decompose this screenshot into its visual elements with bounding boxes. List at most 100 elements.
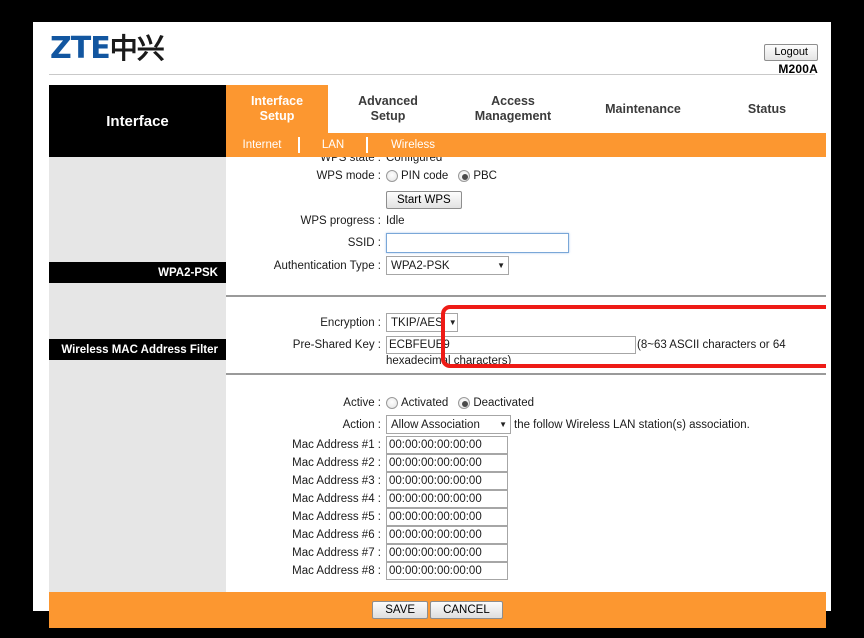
wps-state-value: Configured bbox=[386, 157, 443, 164]
start-wps-button[interactable]: Start WPS bbox=[386, 191, 462, 209]
mac-address-6-input[interactable] bbox=[386, 526, 508, 544]
row-auth-type: Authentication Type : WPA2-PSK ▼ bbox=[226, 256, 826, 275]
page-body: WPA2-PSK Wireless MAC Address Filter WPS… bbox=[49, 157, 826, 592]
page-header: ZTE中兴 Logout M200A bbox=[33, 22, 831, 76]
chevron-down-icon: ▼ bbox=[448, 318, 457, 327]
row-preshared-key: Pre-Shared Key : (8~63 ASCII characters … bbox=[226, 336, 826, 367]
section-title-interface: Interface bbox=[49, 85, 226, 157]
row-mac-address-5: Mac Address #5 : bbox=[226, 508, 826, 526]
save-button[interactable]: SAVE bbox=[372, 601, 429, 619]
row-mac-address-1: Mac Address #1 : bbox=[226, 436, 826, 454]
logout-area: Logout M200A bbox=[764, 42, 818, 76]
encryption-wrap: TKIP/AES ▼ bbox=[386, 313, 458, 332]
mac-address-6-wrap bbox=[386, 526, 508, 544]
separator-wpa2psk bbox=[226, 295, 826, 297]
radio-wps-pin-code[interactable] bbox=[386, 170, 398, 182]
tab-maintenance[interactable]: Maintenance bbox=[578, 85, 708, 133]
row-encryption: Encryption : TKIP/AES ▼ bbox=[226, 313, 826, 332]
tab-status[interactable]: Status bbox=[708, 85, 826, 133]
auth-type-select[interactable]: WPA2-PSK ▼ bbox=[386, 256, 509, 275]
preshared-key-input[interactable] bbox=[386, 336, 636, 354]
mac-address-1-label: Mac Address #1 : bbox=[292, 439, 381, 451]
start-wps-wrap: Start WPS bbox=[386, 191, 462, 209]
row-mac-address-8: Mac Address #8 : bbox=[226, 562, 826, 580]
mac-address-4-input[interactable] bbox=[386, 490, 508, 508]
mac-address-5-input[interactable] bbox=[386, 508, 508, 526]
row-mac-address-4: Mac Address #4 : bbox=[226, 490, 826, 508]
mac-active-label: Active : bbox=[343, 397, 381, 409]
encryption-label: Encryption : bbox=[320, 316, 381, 329]
mac-address-3-input[interactable] bbox=[386, 472, 508, 490]
row-mac-active: Active : Activated Deactivated bbox=[226, 397, 826, 409]
mac-address-7-label: Mac Address #7 : bbox=[292, 547, 381, 559]
mac-address-3-wrap bbox=[386, 472, 508, 490]
row-mac-address-3: Mac Address #3 : bbox=[226, 472, 826, 490]
auth-type-wrap: WPA2-PSK ▼ bbox=[386, 256, 509, 275]
mac-address-2-wrap bbox=[386, 454, 508, 472]
wps-state-label: WPS state : bbox=[320, 157, 381, 164]
preshared-key-label: Pre-Shared Key : bbox=[292, 339, 381, 351]
mac-action-label: Action : bbox=[342, 418, 381, 431]
tab-access-management[interactable]: Access Management bbox=[448, 85, 578, 133]
subtab-wireless[interactable]: Wireless bbox=[368, 133, 458, 157]
mac-address-3-label: Mac Address #3 : bbox=[292, 475, 381, 487]
sub-tabs: Internet LAN Wireless bbox=[226, 133, 826, 157]
wps-progress-label: WPS progress : bbox=[300, 215, 381, 227]
subtab-lan-label: LAN bbox=[321, 139, 345, 151]
mac-address-2-input[interactable] bbox=[386, 454, 508, 472]
header-divider bbox=[49, 74, 815, 75]
row-wps-progress: WPS progress : Idle bbox=[226, 215, 826, 227]
ssid-input[interactable] bbox=[386, 233, 569, 253]
logout-button[interactable]: Logout bbox=[764, 44, 818, 61]
subtab-internet[interactable]: Internet bbox=[226, 133, 298, 157]
content-panel: WPS state : Configured WPS mode : PIN co… bbox=[226, 157, 826, 592]
form-actions: SAVE CANCEL bbox=[49, 592, 826, 628]
ssid-input-wrap bbox=[386, 233, 569, 253]
preshared-key-hint-line2: hexadecimal characters) bbox=[386, 355, 512, 367]
radio-mac-activated[interactable] bbox=[386, 397, 398, 409]
row-mac-address-7: Mac Address #7 : bbox=[226, 544, 826, 562]
mac-address-1-wrap bbox=[386, 436, 508, 454]
sidebar-gap-mid bbox=[49, 283, 226, 339]
radio-wps-pbc-label: PBC bbox=[473, 170, 497, 182]
row-mac-address-6: Mac Address #6 : bbox=[226, 526, 826, 544]
subtab-lan[interactable]: LAN bbox=[300, 133, 366, 157]
mac-address-1-input[interactable] bbox=[386, 436, 508, 454]
navigation: Interface Interface Setup Advanced Setup… bbox=[49, 85, 826, 157]
ssid-label: SSID : bbox=[347, 237, 381, 249]
cancel-button[interactable]: CANCEL bbox=[430, 601, 503, 619]
logo-text-zte: ZTE bbox=[50, 31, 111, 66]
mac-address-7-wrap bbox=[386, 544, 508, 562]
row-wps-state: WPS state : Configured bbox=[226, 157, 826, 164]
mac-address-4-label: Mac Address #4 : bbox=[292, 493, 381, 505]
tab-interface-setup[interactable]: Interface Setup bbox=[226, 85, 328, 133]
mac-active-options: Activated Deactivated bbox=[386, 397, 544, 409]
mac-action-hint: the follow Wireless LAN station(s) assoc… bbox=[514, 418, 750, 431]
row-mac-action: Action : Allow Association ▼ the follow … bbox=[226, 415, 826, 434]
tab-advanced-setup[interactable]: Advanced Setup bbox=[328, 85, 448, 133]
sidebar-section-mac-filter: Wireless MAC Address Filter bbox=[49, 339, 226, 360]
sidebar-section-wpa2psk: WPA2-PSK bbox=[49, 262, 226, 283]
mac-address-8-input[interactable] bbox=[386, 562, 508, 580]
sidebar-gap-top bbox=[49, 157, 226, 262]
mac-address-8-label: Mac Address #8 : bbox=[292, 565, 381, 577]
radio-mac-deactivated[interactable] bbox=[458, 397, 471, 409]
radio-mac-deactivated-label: Deactivated bbox=[473, 397, 535, 409]
wps-mode-label: WPS mode : bbox=[316, 170, 381, 182]
radio-wps-pbc[interactable] bbox=[458, 170, 471, 182]
mac-action-value: Allow Association bbox=[391, 418, 480, 431]
row-mac-address-2: Mac Address #2 : bbox=[226, 454, 826, 472]
wps-mode-options: PIN code PBC bbox=[386, 170, 507, 182]
encryption-select[interactable]: TKIP/AES ▼ bbox=[386, 313, 458, 332]
preshared-key-wrap: (8~63 ASCII characters or 64 hexadecimal… bbox=[386, 336, 786, 367]
encryption-value: TKIP/AES bbox=[391, 316, 443, 329]
chevron-down-icon: ▼ bbox=[497, 261, 505, 270]
sidebar-gap-bottom bbox=[49, 360, 226, 592]
radio-wps-pin-code-label: PIN code bbox=[401, 170, 449, 182]
mac-address-7-input[interactable] bbox=[386, 544, 508, 562]
mac-address-6-label: Mac Address #6 : bbox=[292, 529, 381, 541]
mac-action-select[interactable]: Allow Association ▼ bbox=[386, 415, 511, 434]
mac-address-2-label: Mac Address #2 : bbox=[292, 457, 381, 469]
subtab-wireless-label: Wireless bbox=[390, 139, 436, 151]
mac-address-8-wrap bbox=[386, 562, 508, 580]
